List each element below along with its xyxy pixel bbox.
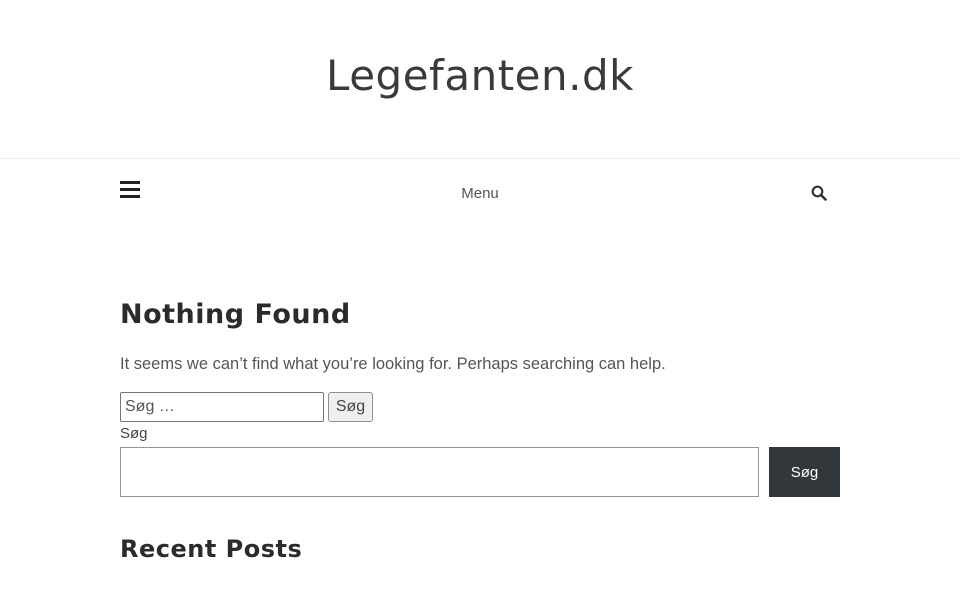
- not-found-message: It seems we can’t find what you’re looki…: [120, 355, 666, 373]
- search-submit-button[interactable]: Søg: [328, 392, 373, 422]
- block-search-button[interactable]: Søg: [769, 447, 840, 497]
- search-input[interactable]: [120, 392, 324, 422]
- site-title[interactable]: Legefanten.dk: [0, 50, 960, 102]
- recent-posts-title: Recent Posts: [120, 535, 303, 563]
- site-header: Legefanten.dk: [0, 0, 960, 159]
- page-title: Nothing Found: [120, 299, 351, 330]
- block-search-label: Søg: [120, 425, 148, 442]
- main-navigation: Menu: [0, 160, 960, 230]
- search-icon[interactable]: [811, 185, 827, 201]
- block-search-input[interactable]: [120, 447, 759, 497]
